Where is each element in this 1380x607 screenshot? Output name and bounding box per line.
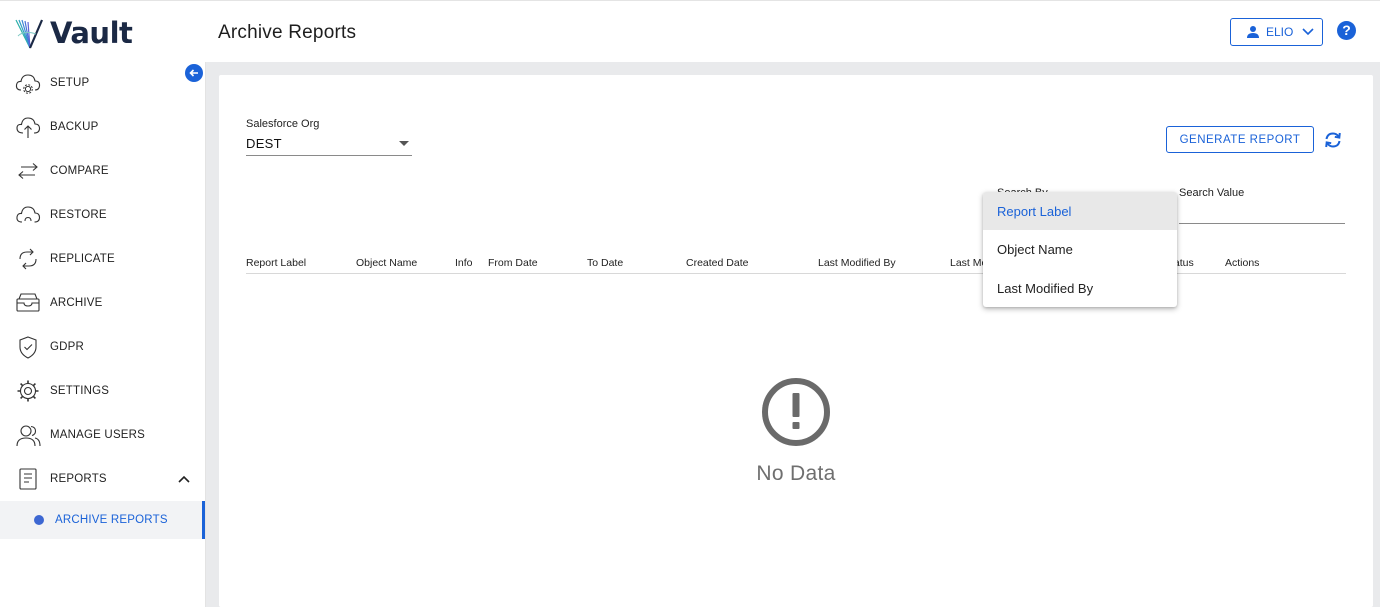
user-menu-button[interactable]: ELIO: [1230, 18, 1323, 46]
app-name: Vault: [50, 16, 133, 50]
cloud-restore-icon: [16, 206, 41, 223]
archive-tray-icon: [16, 293, 40, 312]
sidebar-item-label: SETUP: [50, 77, 90, 89]
no-data-message: No Data: [756, 462, 836, 485]
chevron-down-icon: [1302, 28, 1314, 36]
salesforce-org-select[interactable]: DEST: [246, 134, 412, 156]
collapse-sidebar-button[interactable]: [185, 64, 203, 82]
active-indicator-dot: [34, 515, 44, 525]
column-header-to-date[interactable]: To Date: [587, 257, 623, 269]
column-header-object-name[interactable]: Object Name: [356, 257, 417, 269]
sidebar-item-label: ARCHIVE: [50, 297, 103, 309]
sidebar-item-label: SETTINGS: [50, 385, 110, 397]
user-icon: [1247, 26, 1259, 38]
sidebar-item-compare[interactable]: COMPARE: [0, 151, 205, 191]
menu-option-object-name[interactable]: Object Name: [983, 230, 1177, 268]
user-name: ELIO: [1266, 25, 1294, 39]
replicate-icon: [19, 248, 37, 270]
sidebar-item-setup[interactable]: SETUP: [0, 63, 205, 103]
column-header-last-modified-date[interactable]: Last Mo: [950, 257, 987, 269]
sidebar-item-archive[interactable]: ARCHIVE: [0, 283, 205, 323]
page-title: Archive Reports: [218, 22, 357, 43]
sidebar-item-backup[interactable]: BACKUP: [0, 107, 205, 147]
sidebar-item-label: REPLICATE: [50, 253, 115, 265]
table-header: Report Label Object Name Info From Date …: [246, 253, 1346, 274]
cloud-upload-icon: [16, 117, 41, 138]
generate-report-button[interactable]: GENERATE REPORT: [1166, 126, 1314, 153]
search-value-label: Search Value: [1179, 187, 1245, 199]
compare-arrows-icon: [18, 163, 38, 179]
column-header-from-date[interactable]: From Date: [488, 257, 538, 269]
refresh-icon[interactable]: [1323, 130, 1343, 150]
vault-logo-mark-icon: [15, 19, 44, 49]
salesforce-org-value: DEST: [246, 136, 282, 151]
sidebar-item-label: COMPARE: [50, 165, 109, 177]
sidebar-item-gdpr[interactable]: GDPR: [0, 327, 205, 367]
sidebar-item-replicate[interactable]: REPLICATE: [0, 239, 205, 279]
sidebar-item-label: REPORTS: [50, 473, 107, 485]
sidebar-item-settings[interactable]: SETTINGS: [0, 371, 205, 411]
sidebar-item-restore[interactable]: RESTORE: [0, 195, 205, 235]
shield-check-icon: [19, 336, 37, 359]
sidebar-subitem-archive-reports[interactable]: ARCHIVE REPORTS: [0, 501, 205, 539]
help-icon[interactable]: ?: [1337, 21, 1356, 40]
vault-logo[interactable]: Vault: [14, 15, 133, 51]
top-header: Vault Archive Reports ELIO ?: [0, 0, 1380, 62]
arrow-left-icon: [189, 69, 198, 77]
cloud-gear-icon: [15, 74, 41, 94]
column-header-created-date[interactable]: Created Date: [686, 257, 748, 269]
column-header-actions: Actions: [1225, 257, 1260, 269]
menu-option-last-modified-by[interactable]: Last Modified By: [983, 269, 1177, 307]
sidebar-item-label: MANAGE USERS: [50, 429, 146, 441]
sidebar-item-reports[interactable]: REPORTS: [0, 459, 205, 499]
search-by-dropdown-menu: Report Label Object Name Last Modified B…: [983, 192, 1177, 307]
sidebar-item-manage-users[interactable]: MANAGE USERS: [0, 415, 205, 455]
sidebar-item-label: GDPR: [50, 341, 85, 353]
column-header-info[interactable]: Info: [455, 257, 473, 269]
salesforce-org-label: Salesforce Org: [246, 118, 320, 130]
gear-icon: [17, 380, 39, 402]
users-icon: [16, 425, 41, 447]
chevron-up-icon: [178, 475, 190, 483]
sidebar-item-label: RESTORE: [50, 209, 107, 221]
dropdown-arrow-icon: [399, 141, 409, 146]
column-header-report-label[interactable]: Report Label: [246, 257, 306, 269]
search-value-input[interactable]: [1179, 203, 1345, 224]
menu-option-report-label[interactable]: Report Label: [983, 192, 1177, 230]
exclamation-circle-icon: [762, 378, 830, 446]
column-header-last-modified-by[interactable]: Last Modified By: [818, 257, 896, 269]
sidebar-subitem-label: ARCHIVE REPORTS: [55, 514, 168, 526]
report-document-icon: [19, 468, 37, 490]
sidebar-item-label: BACKUP: [50, 121, 99, 133]
